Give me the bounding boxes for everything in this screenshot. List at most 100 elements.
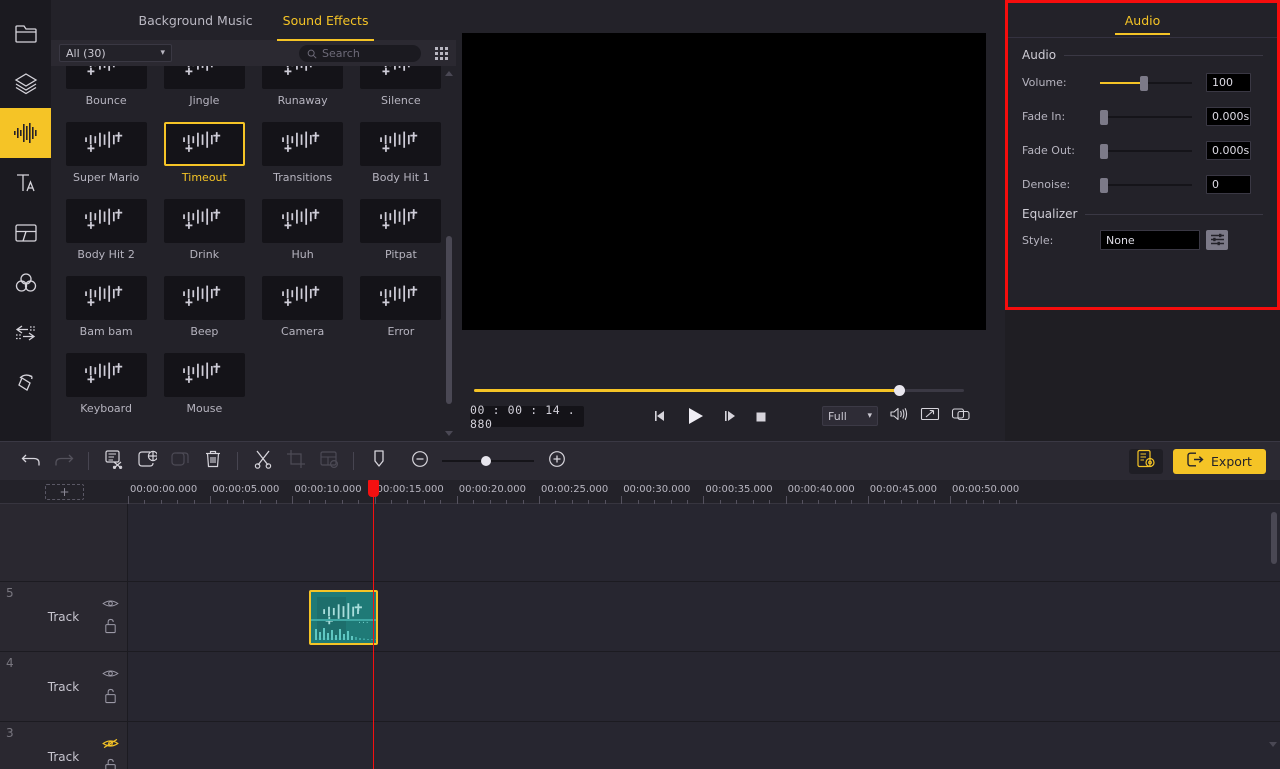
sidebar-item-stickers[interactable] bbox=[0, 58, 51, 108]
snapshot-button[interactable] bbox=[951, 406, 971, 426]
delete-button[interactable] bbox=[196, 446, 229, 476]
marker-button[interactable] bbox=[362, 446, 395, 476]
add-track-button[interactable]: + bbox=[45, 484, 84, 500]
timeline-scroll-down-icon[interactable] bbox=[1269, 742, 1277, 747]
quality-select[interactable]: Full ▾ bbox=[822, 406, 878, 426]
sound-effect-thumbnail[interactable] bbox=[65, 276, 147, 320]
duplicate-button[interactable] bbox=[163, 446, 196, 476]
redo-button[interactable] bbox=[47, 446, 80, 476]
property-value-input[interactable]: 0 bbox=[1206, 175, 1251, 194]
sound-effect-item[interactable]: Huh bbox=[262, 195, 344, 272]
playhead-handle[interactable] bbox=[367, 480, 379, 497]
sound-effect-thumbnail[interactable] bbox=[262, 276, 344, 320]
property-value-input[interactable]: 100 bbox=[1206, 73, 1251, 92]
sound-effect-item[interactable]: Beep bbox=[163, 272, 245, 349]
slider-knob[interactable] bbox=[1100, 143, 1108, 159]
timeline-clip[interactable]: ... bbox=[308, 590, 378, 645]
next-frame-button[interactable] bbox=[722, 408, 738, 428]
undo-button[interactable] bbox=[14, 446, 47, 476]
cut-button[interactable] bbox=[246, 446, 279, 476]
play-button[interactable] bbox=[684, 405, 706, 431]
sound-effect-thumbnail[interactable] bbox=[65, 66, 147, 89]
track-lane[interactable]: ... bbox=[128, 582, 1280, 652]
timecode-display[interactable]: 00 : 00 : 14 . 880 bbox=[470, 403, 584, 431]
sidebar-item-effects[interactable] bbox=[0, 258, 51, 308]
track-lane[interactable] bbox=[128, 722, 1280, 769]
sound-effect-item[interactable]: Camera bbox=[262, 272, 344, 349]
sound-effect-thumbnail[interactable] bbox=[262, 66, 344, 89]
sound-effect-item[interactable]: Error bbox=[360, 272, 442, 349]
add-clip-button[interactable] bbox=[130, 446, 163, 476]
seek-knob[interactable] bbox=[894, 385, 906, 396]
timeline-empty-lane[interactable] bbox=[0, 504, 1280, 582]
lock-icon[interactable] bbox=[103, 618, 118, 638]
speed-button[interactable] bbox=[312, 446, 345, 476]
slider-knob[interactable] bbox=[1140, 75, 1149, 91]
sound-effect-item[interactable]: Jingle bbox=[163, 66, 245, 118]
split-text-button[interactable] bbox=[97, 446, 130, 476]
sound-effect-thumbnail[interactable] bbox=[163, 199, 245, 243]
library-scroll-thumb[interactable] bbox=[446, 236, 452, 404]
equalizer-edit-button[interactable] bbox=[1206, 230, 1228, 250]
property-value-input[interactable]: 0.000s bbox=[1206, 107, 1251, 126]
sound-effect-thumbnail[interactable] bbox=[65, 122, 147, 166]
scroll-up-arrow-icon[interactable] bbox=[445, 68, 453, 76]
fullscreen-button[interactable] bbox=[920, 406, 940, 426]
sound-effect-thumbnail[interactable] bbox=[360, 122, 442, 166]
sound-effect-thumbnail[interactable] bbox=[163, 276, 245, 320]
slider-knob[interactable] bbox=[1100, 109, 1108, 125]
lock-icon[interactable] bbox=[103, 688, 118, 708]
sound-effect-thumbnail[interactable] bbox=[360, 199, 442, 243]
property-slider[interactable] bbox=[1100, 177, 1192, 193]
sound-effect-item[interactable]: Runaway bbox=[262, 66, 344, 118]
library-scrollbar[interactable] bbox=[445, 66, 453, 441]
stop-button[interactable] bbox=[754, 409, 768, 428]
category-filter-select[interactable]: All (30) ▾ bbox=[59, 44, 172, 62]
sound-effect-thumbnail[interactable] bbox=[360, 66, 442, 89]
sidebar-item-split-screen[interactable] bbox=[0, 208, 51, 258]
eye-off-icon[interactable] bbox=[102, 734, 119, 753]
video-preview-area[interactable] bbox=[462, 33, 986, 330]
tab-sound-effects[interactable]: Sound Effects bbox=[276, 9, 375, 41]
lock-icon[interactable] bbox=[103, 758, 118, 769]
search-input[interactable]: Search bbox=[299, 44, 421, 62]
sound-effect-thumbnail[interactable] bbox=[163, 122, 245, 166]
sound-effect-thumbnail[interactable] bbox=[65, 199, 147, 243]
prev-frame-button[interactable] bbox=[652, 408, 668, 428]
sound-effect-thumbnail[interactable] bbox=[262, 199, 344, 243]
sidebar-item-motion[interactable] bbox=[0, 358, 51, 408]
volume-button[interactable] bbox=[889, 406, 909, 426]
sound-effect-item[interactable]: Drink bbox=[163, 195, 245, 272]
timeline-ruler[interactable]: + 00:00:00.000 00:00:05.000 00:00:10.000 00… bbox=[0, 480, 1280, 504]
eye-icon[interactable] bbox=[102, 664, 119, 683]
tab-background-music[interactable]: Background Music bbox=[137, 9, 255, 32]
timeline-scrollbar[interactable] bbox=[1270, 506, 1278, 661]
scroll-down-arrow-icon[interactable] bbox=[445, 431, 453, 439]
eye-icon[interactable] bbox=[102, 594, 119, 613]
grid-view-icon[interactable] bbox=[435, 46, 448, 60]
sound-effect-item[interactable]: Super Mario bbox=[65, 118, 147, 195]
sound-effect-item[interactable]: Timeout bbox=[163, 118, 245, 195]
export-button[interactable]: Export bbox=[1173, 448, 1266, 474]
sound-effect-thumbnail[interactable] bbox=[163, 353, 245, 397]
sound-effect-item[interactable]: Bounce bbox=[65, 66, 147, 118]
zoom-out-button[interactable] bbox=[403, 446, 436, 476]
property-slider[interactable] bbox=[1100, 109, 1192, 125]
property-slider[interactable] bbox=[1100, 75, 1192, 91]
sound-effect-item[interactable]: Silence bbox=[360, 66, 442, 118]
sound-effect-item[interactable]: Mouse bbox=[163, 349, 245, 426]
sound-effect-thumbnail[interactable] bbox=[65, 353, 147, 397]
sidebar-item-titles[interactable] bbox=[0, 158, 51, 208]
crop-button[interactable] bbox=[279, 446, 312, 476]
sound-effect-item[interactable]: Body Hit 1 bbox=[360, 118, 442, 195]
property-value-input[interactable]: 0.000s bbox=[1206, 141, 1251, 160]
sidebar-item-media-library[interactable] bbox=[0, 8, 51, 58]
sound-effect-item[interactable]: Pitpat bbox=[360, 195, 442, 272]
sound-effect-item[interactable]: Body Hit 2 bbox=[65, 195, 147, 272]
zoom-slider[interactable] bbox=[442, 455, 534, 467]
sound-effect-item[interactable]: Transitions bbox=[262, 118, 344, 195]
zoom-slider-knob[interactable] bbox=[481, 456, 492, 466]
seek-bar[interactable] bbox=[474, 385, 964, 397]
sound-effect-item[interactable]: Keyboard bbox=[65, 349, 147, 426]
tab-audio[interactable]: Audio bbox=[1114, 13, 1170, 35]
